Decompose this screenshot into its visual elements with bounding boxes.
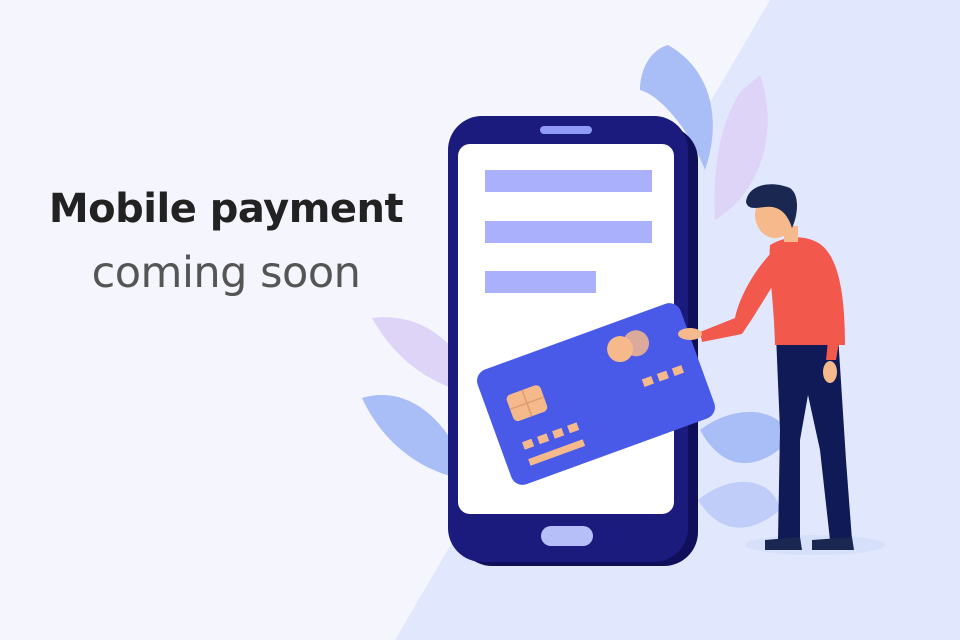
phone-speaker (540, 126, 592, 134)
screen-bar (485, 170, 652, 192)
headline: Mobile payment coming soon (36, 186, 416, 298)
phone-home-button (541, 526, 593, 546)
headline-subtitle: coming soon (91, 248, 361, 298)
screen-bar (485, 271, 596, 293)
headline-title: Mobile payment (48, 186, 404, 232)
screen-bar (485, 221, 652, 243)
hand (678, 328, 702, 340)
background-illustration (362, 0, 960, 640)
